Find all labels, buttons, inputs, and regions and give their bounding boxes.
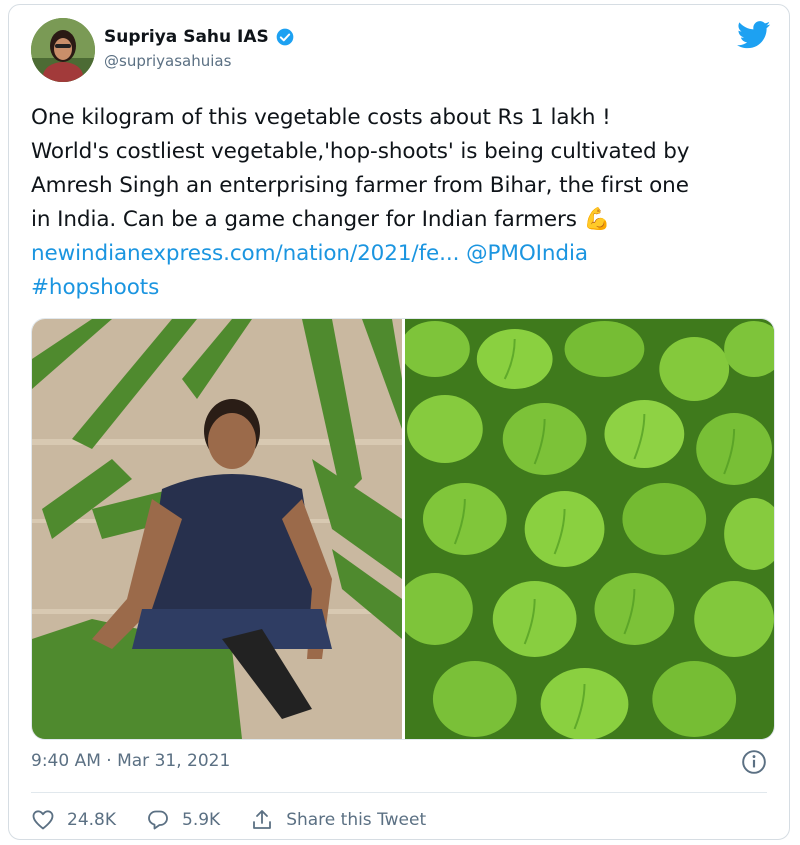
divider [31,792,767,793]
share-icon [253,810,272,829]
tweet-line: Amresh Singh an enterprising farmer from… [31,173,689,198]
display-name[interactable]: Supriya Sahu IAS [104,27,269,47]
heart-icon [32,810,54,830]
farmer-photo[interactable] [32,319,402,739]
twitter-bird-icon[interactable] [737,21,771,49]
mention-link[interactable]: @PMOIndia [466,241,588,266]
author-handle[interactable]: @supriyasahuias [104,52,231,70]
share-button[interactable]: Share this Tweet [250,808,426,832]
tweet-line: in India. Can be a game changer for Indi… [31,207,584,232]
tweet-line: One kilogram of this vegetable costs abo… [31,105,611,130]
tweet-card: Supriya Sahu IAS @supriyasahuias One kil… [8,4,790,840]
hop-shoots-photo[interactable] [405,319,774,739]
hashtag-link[interactable]: #hopshoots [31,275,159,300]
reply-count: 5.9K [182,810,221,830]
author-name-row[interactable]: Supriya Sahu IAS [104,27,295,47]
like-count: 24.8K [67,810,116,830]
tweet-text: One kilogram of this vegetable costs abo… [31,101,781,305]
verified-badge-icon [276,28,294,46]
info-icon[interactable] [741,749,767,775]
flexed-biceps-emoji: 💪 [583,207,611,232]
reply-button[interactable]: 5.9K [146,808,220,832]
media-gallery[interactable] [31,318,775,740]
article-link[interactable]: newindianexpress.com/nation/2021/fe... [31,241,459,266]
tweet-line: World's costliest vegetable,'hop-shoots'… [31,139,690,164]
share-label: Share this Tweet [286,810,427,830]
like-button[interactable]: 24.8K [31,808,116,832]
tweet-actions: 24.8K 5.9K Share this Tweet [31,808,456,832]
avatar[interactable] [31,18,95,82]
tweet-timestamp[interactable]: 9:40 AM · Mar 31, 2021 [31,751,230,771]
reply-bubble-icon [148,810,168,830]
